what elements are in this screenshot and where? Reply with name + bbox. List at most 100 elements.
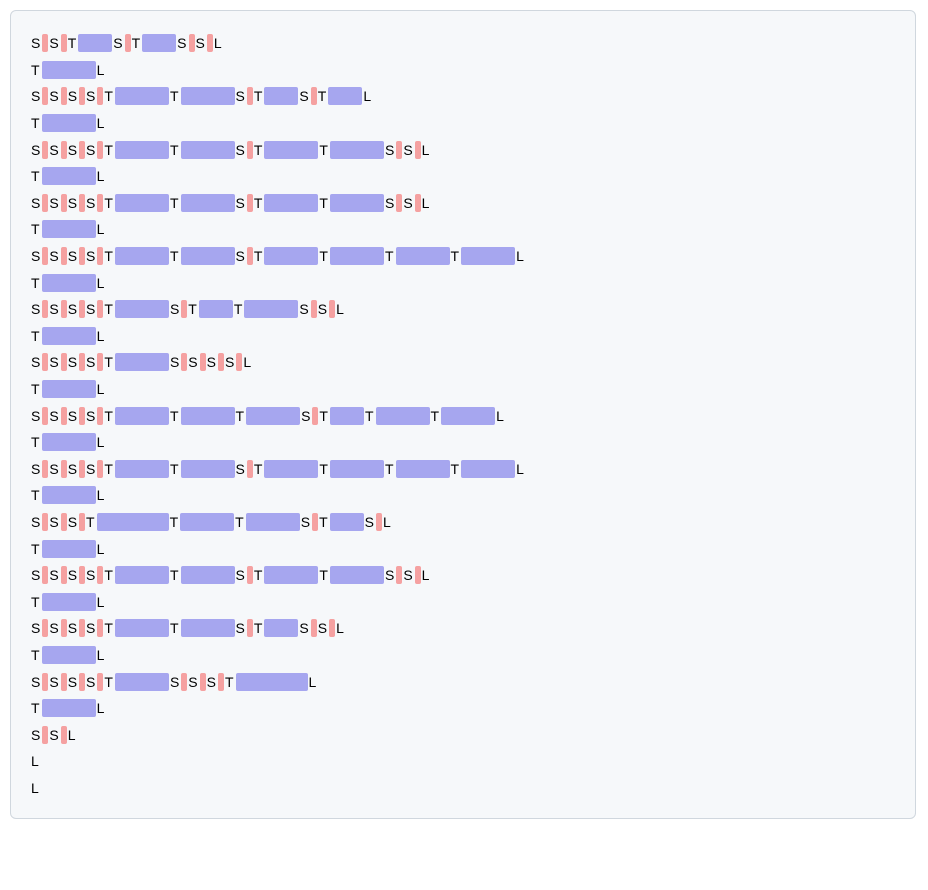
pink-bar [396,194,402,212]
token-label-s: S [403,566,412,584]
token-label-l: L [97,646,105,664]
token-label-s: S [31,407,40,425]
token-line: L [31,774,895,801]
pink-bar [247,566,253,584]
purple-bar [115,407,169,425]
token-label-l: L [97,593,105,611]
pink-bar [97,247,103,265]
token-label-s: S [236,141,245,159]
pink-bar [97,141,103,159]
token-label-t: T [170,247,179,265]
token-label-l: L [422,566,430,584]
token-label-l: L [97,167,105,185]
pink-bar [42,353,48,371]
purple-bar [330,566,384,584]
pink-bar [311,87,317,105]
purple-bar [264,460,318,478]
token-line: TL [31,375,895,402]
token-label-s: S [236,619,245,637]
pink-bar [247,141,253,159]
token-label-l: L [97,699,105,717]
token-line: TL [31,428,895,455]
pink-bar [42,513,48,531]
token-label-s: S [86,407,95,425]
pink-bar [79,247,85,265]
token-label-t: T [319,460,328,478]
token-label-l: L [97,540,105,558]
purple-bar [115,353,169,371]
pink-bar [61,353,67,371]
token-label-s: S [31,34,40,52]
pink-bar [79,353,85,371]
token-label-l: L [97,114,105,132]
token-label-s: S [49,513,58,531]
token-label-s: S [301,513,310,531]
pink-bar [42,141,48,159]
purple-bar [264,247,318,265]
token-label-t: T [31,540,40,558]
pink-bar [396,566,402,584]
token-label-l: L [97,61,105,79]
pink-bar [97,566,103,584]
token-label-t: T [104,673,113,691]
token-line: SSSSTTSTTTTL [31,242,895,269]
pink-bar [207,34,213,52]
token-label-s: S [236,87,245,105]
token-label-t: T [385,247,394,265]
pink-bar [97,619,103,637]
purple-bar [199,300,233,318]
token-label-s: S [318,619,327,637]
token-label-t: T [31,327,40,345]
purple-bar [115,87,169,105]
token-label-s: S [31,460,40,478]
token-label-s: S [31,726,40,744]
pink-bar [61,194,67,212]
token-label-s: S [68,407,77,425]
token-label-s: S [403,194,412,212]
purple-bar [330,247,384,265]
purple-bar [115,300,169,318]
token-label-s: S [86,247,95,265]
pink-bar [415,566,421,584]
token-label-t: T [254,87,263,105]
purple-bar [42,433,96,451]
pink-bar [125,34,131,52]
purple-bar [115,673,169,691]
token-label-s: S [31,194,40,212]
token-line: TL [31,534,895,561]
pink-bar [97,407,103,425]
pink-bar [79,513,85,531]
purple-bar [42,646,96,664]
token-label-s: S [49,247,58,265]
purple-bar [181,460,235,478]
purple-bar [461,460,515,478]
token-label-s: S [49,460,58,478]
purple-bar [181,141,235,159]
token-label-t: T [170,619,179,637]
token-label-s: S [49,300,58,318]
pink-bar [61,726,67,744]
token-label-l: L [336,300,344,318]
purple-bar [115,194,169,212]
token-label-t: T [31,61,40,79]
pink-bar [97,300,103,318]
token-label-l: L [516,460,524,478]
pink-bar [79,460,85,478]
pink-bar [42,673,48,691]
pink-bar [97,673,103,691]
token-label-s: S [68,513,77,531]
purple-bar [42,167,96,185]
pink-bar [311,300,317,318]
token-label-t: T [31,220,40,238]
purple-bar [42,274,96,292]
purple-bar [376,407,430,425]
token-label-t: T [104,460,113,478]
purple-bar [42,61,96,79]
token-label-t: T [235,513,244,531]
token-line: TL [31,694,895,721]
token-label-s: S [68,87,77,105]
token-line: SSSSTSSSTL [31,667,895,694]
token-label-t: T [31,433,40,451]
token-label-s: S [236,247,245,265]
token-label-t: T [104,141,113,159]
